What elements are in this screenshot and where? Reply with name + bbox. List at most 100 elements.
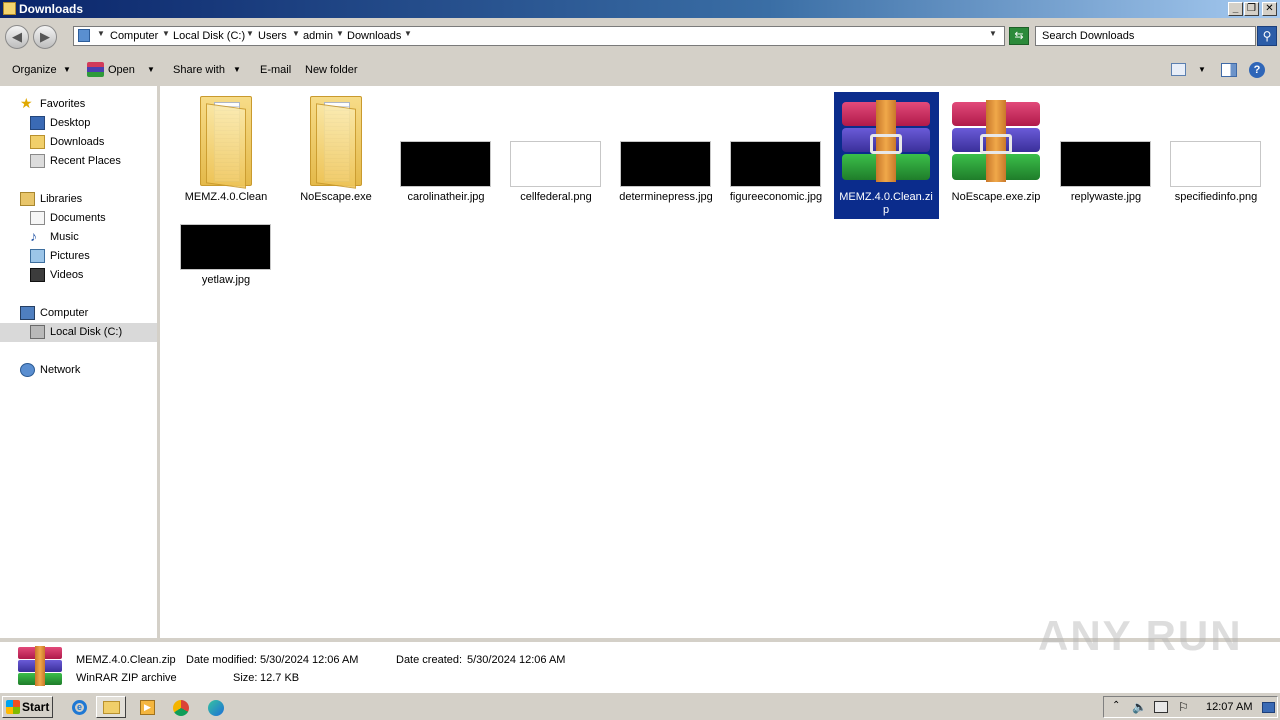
chevron-down-icon[interactable]: ▼ (292, 29, 300, 38)
nav-label: Music (50, 231, 79, 243)
file-item-selected[interactable]: MEMZ.4.0.Clean.zi p (834, 92, 939, 219)
chevron-down-icon[interactable]: ▼ (336, 29, 344, 38)
breadcrumb-downloads[interactable]: Downloads (347, 30, 401, 42)
folder-icon (3, 2, 16, 15)
file-name: NoEscape.exe.zip (951, 191, 1041, 203)
chevron-down-icon[interactable]: ▼ (246, 29, 254, 38)
details-size: 12.7 KB (260, 672, 300, 684)
image-thumbnail (400, 141, 491, 187)
taskbar-explorer[interactable] (96, 696, 126, 718)
email-button[interactable]: E-mail (260, 64, 291, 76)
file-name: carolinatheir.jpg (407, 191, 485, 203)
image-thumbnail (510, 141, 601, 187)
help-icon[interactable]: ? (1249, 62, 1265, 78)
file-item[interactable]: cellfederal.png (504, 94, 608, 212)
breadcrumb-admin[interactable]: admin (303, 30, 333, 42)
search-input[interactable]: Search Downloads (1035, 26, 1256, 46)
breadcrumb-local-disk[interactable]: Local Disk (C:) (173, 30, 245, 42)
title-bar: Downloads _ ❐ ✕ (0, 0, 1280, 18)
show-hidden-icons-icon[interactable]: ⌃ (1112, 700, 1120, 711)
organize-button[interactable]: Organize (12, 64, 57, 76)
file-name: figureeconomic.jpg (729, 191, 823, 203)
nav-item-downloads[interactable]: Downloads (0, 133, 157, 152)
address-bar-area: ◀ ▶ ▼ Computer ▼ Local Disk (C:) ▼ Users… (0, 18, 1280, 54)
nav-label: Recent Places (50, 155, 121, 167)
preview-pane-icon[interactable] (1221, 63, 1237, 77)
file-name: MEMZ.4.0.Clean (184, 191, 268, 203)
nav-item-computer[interactable]: Computer (0, 304, 157, 323)
taskbar-media-player[interactable]: ▶ (132, 696, 162, 718)
details-type: WinRAR ZIP archive (76, 672, 177, 684)
address-history-dropdown[interactable]: ▼ (989, 29, 997, 38)
nav-item-recent-places[interactable]: Recent Places (0, 152, 157, 171)
nav-item-libraries[interactable]: Libraries (0, 190, 157, 209)
search-placeholder: Search Downloads (1042, 30, 1135, 42)
taskbar-ie[interactable]: e (64, 696, 94, 718)
file-item[interactable]: figureeconomic.jpg (724, 94, 828, 212)
window-title: Downloads (19, 2, 84, 16)
new-folder-button[interactable]: New folder (305, 64, 358, 76)
breadcrumb-users[interactable]: Users (258, 30, 287, 42)
change-view-icon[interactable] (1171, 63, 1186, 76)
address-bar[interactable]: ▼ Computer ▼ Local Disk (C:) ▼ Users ▼ a… (73, 26, 1005, 46)
pictures-icon (30, 249, 45, 263)
edge-icon (208, 700, 224, 716)
file-name: determinepress.jpg (619, 191, 713, 203)
windows-logo-icon (6, 700, 20, 714)
share-with-button[interactable]: Share with (173, 64, 225, 76)
chevron-down-icon[interactable]: ▼ (162, 29, 170, 38)
nav-item-pictures[interactable]: Pictures (0, 247, 157, 266)
chevron-down-icon[interactable]: ▼ (63, 65, 71, 74)
file-name: yetlaw.jpg (201, 274, 251, 286)
chevron-down-icon[interactable]: ▼ (147, 65, 155, 74)
taskbar-chrome[interactable] (165, 696, 195, 718)
details-date-modified-label: Date modified: (186, 654, 257, 666)
file-item[interactable]: determinepress.jpg (614, 94, 718, 212)
file-item[interactable]: MEMZ.4.0.Clean (174, 94, 278, 212)
documents-icon (30, 211, 45, 225)
file-item[interactable]: replywaste.jpg (1054, 94, 1158, 212)
network-tray-icon[interactable] (1154, 701, 1168, 713)
computer-icon (20, 306, 35, 320)
nav-item-network[interactable]: Network (0, 361, 157, 380)
network-icon (20, 363, 35, 377)
show-desktop-icon[interactable] (1262, 702, 1275, 713)
volume-icon[interactable]: 🔈 (1132, 700, 1147, 714)
system-tray: ⌃ 🔈 ⚐ 12:07 AM (1103, 696, 1278, 718)
breadcrumb-computer[interactable]: Computer (110, 30, 158, 42)
nav-item-desktop[interactable]: Desktop (0, 114, 157, 133)
chevron-down-icon[interactable]: ▼ (233, 65, 241, 74)
open-button[interactable]: Open (108, 64, 135, 76)
file-item[interactable]: yetlaw.jpg (174, 222, 278, 290)
navigation-pane: ★ Favorites Desktop Downloads Recent Pla… (0, 86, 157, 638)
clock[interactable]: 12:07 AM (1206, 701, 1252, 713)
refresh-button[interactable]: ⇆ (1009, 27, 1029, 45)
file-item[interactable]: NoEscape.exe (284, 94, 388, 212)
restore-button[interactable]: ❐ (1244, 2, 1259, 16)
chevron-down-icon[interactable]: ▼ (97, 29, 105, 38)
nav-item-videos[interactable]: Videos (0, 266, 157, 285)
start-button[interactable]: Start (2, 696, 53, 718)
action-center-flag-icon[interactable]: ⚐ (1178, 700, 1189, 714)
chevron-down-icon[interactable]: ▼ (404, 29, 412, 38)
back-button[interactable]: ◀ (5, 25, 29, 49)
nav-item-music[interactable]: ♪ Music (0, 228, 157, 247)
file-name: MEMZ.4.0.Clean.zi (839, 191, 933, 203)
file-item[interactable]: NoEscape.exe.zip (944, 94, 1048, 212)
nav-item-local-disk[interactable]: Local Disk (C:) (0, 323, 157, 342)
chrome-icon (173, 700, 189, 716)
close-button[interactable]: ✕ (1262, 2, 1277, 16)
file-item[interactable]: specifiedinfo.png (1164, 94, 1268, 212)
details-date-created: 5/30/2024 12:06 AM (467, 654, 566, 666)
search-icon[interactable]: ⚲ (1257, 26, 1277, 46)
nav-label: Favorites (40, 98, 86, 110)
taskbar-edge[interactable] (200, 696, 230, 718)
image-thumbnail (1060, 141, 1151, 187)
image-thumbnail (1170, 141, 1261, 187)
nav-item-documents[interactable]: Documents (0, 209, 157, 228)
minimize-button[interactable]: _ (1228, 2, 1243, 16)
chevron-down-icon[interactable]: ▼ (1198, 65, 1206, 74)
forward-button[interactable]: ▶ (33, 25, 57, 49)
nav-item-favorites[interactable]: ★ Favorites (0, 95, 157, 114)
file-item[interactable]: carolinatheir.jpg (394, 94, 498, 212)
